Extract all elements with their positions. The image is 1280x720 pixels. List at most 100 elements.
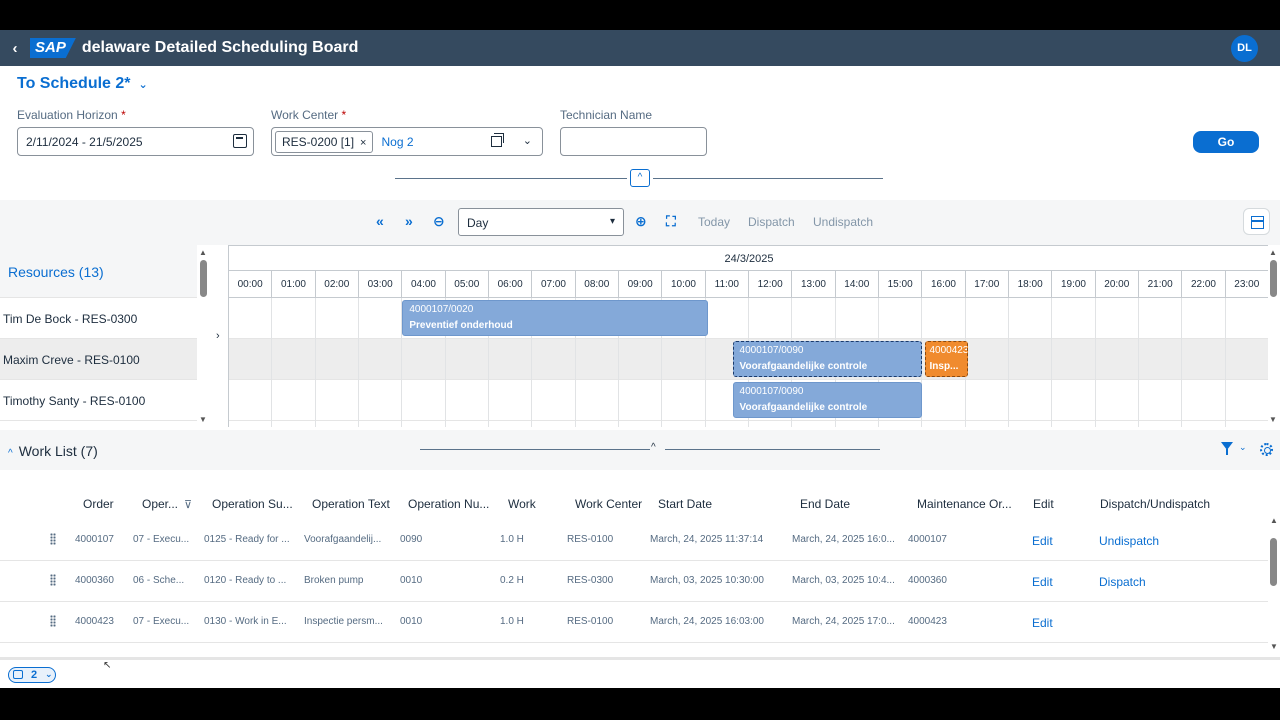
undispatch-link[interactable]: Undispatch	[1099, 534, 1159, 548]
message-icon	[13, 670, 23, 679]
edit-link[interactable]: Edit	[1032, 575, 1053, 589]
dispatch-link[interactable]: Dispatch	[1099, 575, 1146, 589]
scrollbar-thumb[interactable]	[1270, 260, 1277, 297]
col-work[interactable]: Work	[508, 497, 536, 511]
scroll-up-icon[interactable]: ▲	[199, 248, 207, 257]
hour-label: 08:00	[575, 271, 619, 298]
filter-icon[interactable]	[1221, 442, 1233, 455]
scroll-up-icon[interactable]: ▲	[1269, 248, 1277, 257]
zoom-out-icon[interactable]: ⊖	[433, 213, 445, 230]
col-maintenance-order[interactable]: Maintenance Or...	[917, 497, 1012, 511]
calendar-icon[interactable]	[233, 134, 247, 148]
scroll-down-icon[interactable]: ▼	[199, 415, 207, 424]
work-center-input[interactable]: RES-0200 [1] × Nog 2 ⌄	[271, 127, 543, 156]
collapse-caret-icon[interactable]: ^	[8, 448, 13, 459]
table-scrollbar[interactable]: ▲ ▼	[1268, 516, 1280, 651]
horizon-label: Evaluation Horizon *	[17, 108, 126, 122]
cell-operation-number: 0090	[400, 534, 423, 545]
today-button[interactable]: Today	[698, 215, 730, 229]
resource-row[interactable]: Maxim Creve - RES-0100	[0, 339, 197, 380]
resource-scrollbar[interactable]: ▲ ▼	[198, 245, 210, 427]
col-end-date[interactable]: End Date	[800, 497, 850, 511]
table-view-icon[interactable]	[1243, 208, 1270, 235]
expand-pane-icon[interactable]: ›	[216, 330, 220, 342]
chevron-down-icon[interactable]: ⌄	[139, 79, 148, 91]
next-icon[interactable]: »	[405, 213, 413, 229]
more-tokens-link[interactable]: Nog 2	[381, 135, 413, 149]
horizon-input[interactable]: 2/11/2024 - 21/5/2025	[17, 127, 254, 156]
scrollbar-thumb[interactable]	[1270, 538, 1277, 586]
app-title: delaware Detailed Scheduling Board	[81, 39, 359, 56]
avatar[interactable]: DL	[1231, 35, 1258, 62]
chart-scrollbar[interactable]: ▲ ▼	[1268, 245, 1280, 427]
schedule-bar[interactable]: 4000107/0090 Voorafgaandelijke controle	[732, 382, 923, 418]
hour-label: 11:00	[705, 271, 749, 298]
cell-operation-text: Voorafgaandelij...	[304, 534, 382, 545]
resource-name: Timothy Santy - RES-0100	[3, 394, 146, 408]
edit-link[interactable]: Edit	[1032, 534, 1053, 548]
cell-operation-text: Inspectie persm...	[304, 616, 383, 627]
schedule-bar[interactable]: 4000423 Insp...	[924, 341, 968, 377]
divider	[395, 178, 627, 179]
required-marker: *	[121, 108, 126, 122]
col-operation-text[interactable]: Operation Text	[312, 497, 390, 511]
drag-handle-icon[interactable]	[50, 615, 56, 627]
view-select[interactable]: Day ▾	[458, 208, 624, 236]
drag-handle-icon[interactable]	[50, 533, 56, 545]
col-operation-number[interactable]: Operation Nu...	[408, 497, 489, 511]
cell-order: 4000423	[75, 616, 114, 627]
table-row[interactable]: 4000107 07 - Execu... 0125 - Ready for ...…	[0, 520, 1268, 561]
edit-link[interactable]: Edit	[1032, 616, 1053, 630]
grid-line	[1138, 298, 1139, 427]
col-edit[interactable]: Edit	[1033, 497, 1054, 511]
undispatch-button[interactable]: Undispatch	[813, 215, 873, 229]
table-row[interactable]: 4000423 07 - Execu... 0130 - Work in E... I…	[0, 602, 1268, 643]
go-button[interactable]: Go	[1193, 131, 1259, 153]
col-work-center[interactable]: Work Center	[575, 497, 642, 511]
scroll-down-icon[interactable]: ▼	[1269, 415, 1277, 424]
fit-screen-icon[interactable]: ⛶	[666, 213, 676, 230]
scroll-down-icon[interactable]: ▼	[1270, 642, 1278, 651]
resource-row[interactable]: Tim De Bock - RES-0300	[0, 298, 197, 339]
sap-logo: SAP	[30, 38, 76, 58]
resource-row[interactable]: Timothy Santy - RES-0100	[0, 380, 197, 421]
dropdown-arrow-icon[interactable]: ▾	[610, 216, 615, 227]
col-start-date[interactable]: Start Date	[658, 497, 712, 511]
dispatch-button[interactable]: Dispatch	[748, 215, 795, 229]
col-order[interactable]: Order	[83, 497, 114, 511]
bar-order: 4000107/0020	[409, 304, 474, 315]
worklist-title[interactable]: ^ Work List (7)	[8, 443, 98, 459]
bar-text: Insp...	[929, 361, 959, 372]
schedule-bar[interactable]: 4000107/0090 Voorafgaandelijke controle	[732, 341, 923, 377]
technician-input[interactable]	[560, 127, 707, 156]
grid-line	[1181, 298, 1183, 427]
col-dispatch[interactable]: Dispatch/Undispatch	[1100, 497, 1210, 511]
grid-line	[271, 298, 273, 427]
scroll-up-icon[interactable]: ▲	[1270, 516, 1278, 525]
gantt-chart[interactable]: 24/3/2025 00:00 01:00 02:00 03:00 04:00 05:00…	[228, 245, 1268, 427]
drag-handle-icon[interactable]	[50, 574, 56, 586]
worklist-header: ^ Work List (7) ^ ⌄	[0, 430, 1280, 470]
scrollbar-thumb[interactable]	[200, 260, 207, 297]
col-operation-text: Oper...	[142, 497, 179, 511]
chevron-down-icon[interactable]: ⌄	[1239, 442, 1247, 453]
token-remove-icon[interactable]: ×	[360, 137, 366, 149]
table-row[interactable]: 4000360 06 - Sche... 0120 - Ready to ... Br…	[0, 561, 1268, 602]
col-operation[interactable]: Oper... ⊽	[142, 497, 192, 511]
collapse-worklist-icon[interactable]: ^	[651, 442, 656, 453]
hour-label: 07:00	[532, 271, 576, 298]
hour-label: 04:00	[402, 271, 446, 298]
collapse-header-button[interactable]: ^	[630, 169, 650, 187]
work-center-token[interactable]: RES-0200 [1] ×	[275, 130, 374, 153]
value-help-icon[interactable]	[491, 133, 504, 147]
messages-button[interactable]: 2 ⌄	[8, 667, 56, 683]
back-icon[interactable]: ‹	[0, 40, 30, 57]
col-operation-status[interactable]: Operation Su...	[212, 497, 293, 511]
gear-icon[interactable]	[1260, 443, 1273, 456]
previous-icon[interactable]: «	[376, 213, 384, 229]
variant-selector[interactable]: To Schedule 2* ⌄	[17, 75, 148, 93]
schedule-bar[interactable]: 4000107/0020 Preventief onderhoud	[402, 300, 708, 336]
chevron-down-icon[interactable]: ⌄	[523, 134, 532, 147]
divider	[665, 449, 880, 450]
zoom-in-icon[interactable]: ⊕	[635, 213, 647, 230]
